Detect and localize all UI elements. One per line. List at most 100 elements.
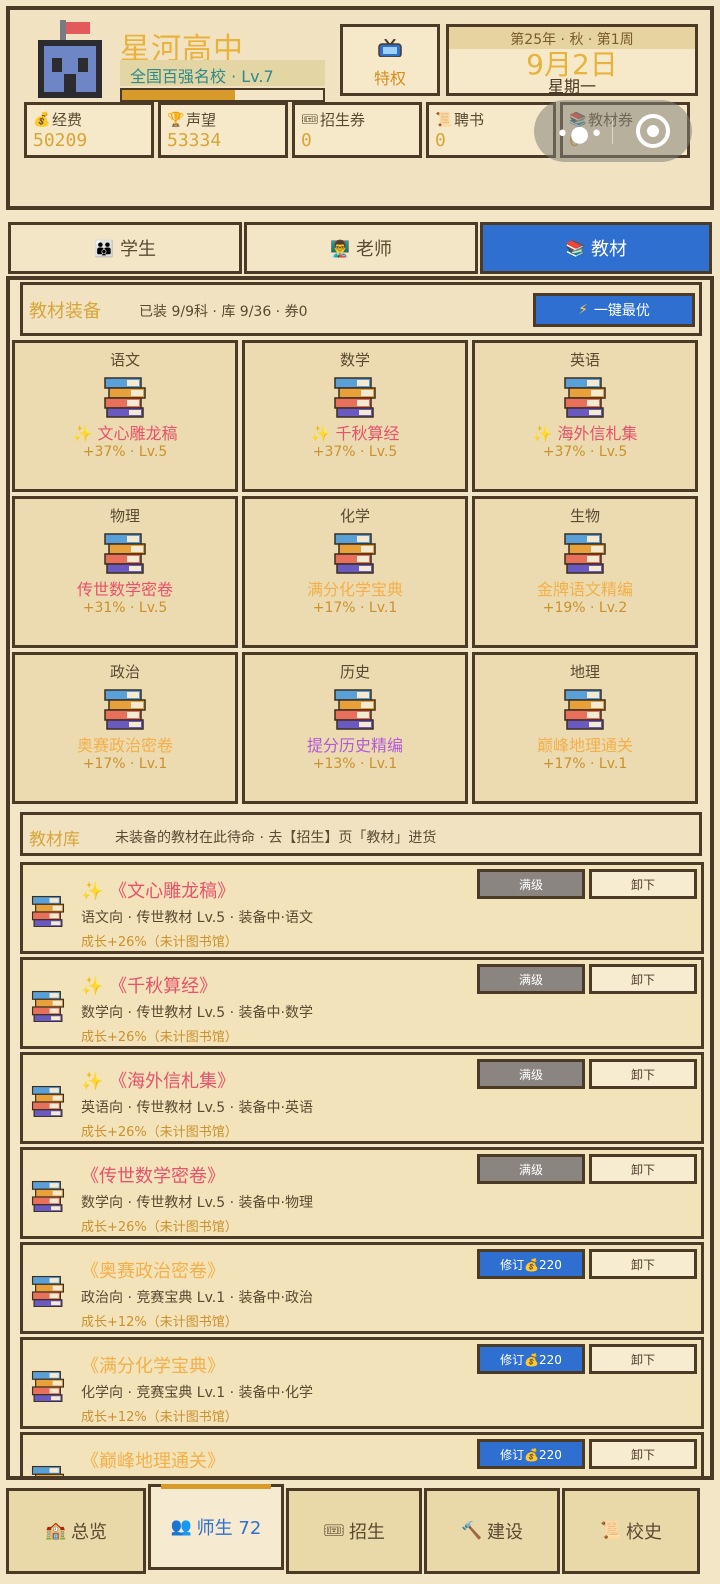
library-book-row[interactable]: 《传世数学密卷》数学向 · 传世教材 Lv.5 · 装备中·物理 成长+26%（未… xyxy=(20,1147,704,1239)
book-meta: 化学向 · 竞赛宝典 Lv.1 · 装备中·化学 xyxy=(81,1385,313,1401)
resource-value: 0 xyxy=(301,130,312,151)
book-growth: 成长+12%（未计图书馆） xyxy=(81,1410,238,1425)
unequip-button[interactable]: 卸下 xyxy=(589,869,697,899)
slot-book-name: 金牌语文精编 xyxy=(536,580,633,599)
library-book-row[interactable]: ✨ 《文心雕龙稿》 语文向 · 传世教材 Lv.5 · 装备中·语文 成长+26%（… xyxy=(20,862,704,954)
book-title: 《传世数学密卷》 xyxy=(81,1166,225,1187)
nav-label: 校史 xyxy=(626,1522,662,1543)
equip-slot[interactable]: 英语 ✨ 海外信札集 +37% · Lv.5 xyxy=(472,340,698,492)
library-book-row[interactable]: ✨ 《千秋算经》 数学向 · 传世教材 Lv.5 · 装备中·数学 成长+26%（未… xyxy=(20,957,704,1049)
lightning-icon: ⚡ xyxy=(578,302,588,318)
book-title: 《巅峰地理通关》 xyxy=(81,1451,225,1472)
perk-label: 特权 xyxy=(373,69,406,88)
library-header: 教材库 未装备的教材在此待命 · 去【招生】页「教材」进货 xyxy=(20,812,702,856)
resource-label: 经费 xyxy=(52,111,83,129)
equip-slot[interactable]: 物理 传世数学密卷 +31% · Lv.5 xyxy=(12,496,238,648)
book-stack-icon xyxy=(564,533,606,574)
nav-item-2[interactable]: 🎟 招生 xyxy=(286,1488,422,1574)
max-level-button[interactable]: 满级 xyxy=(477,869,585,899)
slot-subject: 政治 xyxy=(109,663,140,681)
max-level-button[interactable]: 满级 xyxy=(477,964,585,994)
max-level-button[interactable]: 满级 xyxy=(477,1059,585,1089)
book-title: 《满分化学宝典》 xyxy=(81,1356,225,1377)
scroll-icon: 📜 xyxy=(600,1521,622,1541)
upgrade-button[interactable]: 修订💰220 xyxy=(477,1344,585,1374)
slot-book-name: 奥赛政治密卷 xyxy=(76,736,173,755)
book-stack-icon xyxy=(334,689,376,730)
slot-book-name: 巅峰地理通关 xyxy=(536,736,633,755)
book-stack-icon xyxy=(564,377,606,418)
perk-button[interactable]: 特权 xyxy=(340,24,440,96)
max-level-button[interactable]: 满级 xyxy=(477,1154,585,1184)
slot-subject: 语文 xyxy=(109,351,140,369)
tab-2[interactable]: 📚 教材 xyxy=(480,222,712,274)
resource-2: 🎟 招生券 0 xyxy=(292,102,422,158)
slot-books xyxy=(103,532,147,574)
slot-book-name: 传世数学密卷 xyxy=(76,580,173,599)
resource-label: 声望 xyxy=(186,111,217,129)
header-panel: 星河高中 全国百强名校 · Lv.7 特权 第25年 · 秋 · 第1周 9月2… xyxy=(6,6,714,210)
tab-label: 老师 xyxy=(355,239,392,260)
unequip-button[interactable]: 卸下 xyxy=(589,964,697,994)
slot-books xyxy=(563,532,607,574)
resource-0: 💰 经费 50209 xyxy=(24,102,154,158)
equip-slot[interactable]: 数学 ✨ 千秋算经 +37% · Lv.5 xyxy=(242,340,468,492)
equip-slot[interactable]: 语文 ✨ 文心雕龙稿 +37% · Lv.5 xyxy=(12,340,238,492)
nav-item-3[interactable]: 🔨 建设 xyxy=(424,1488,560,1574)
slot-book-stat: +37% · Lv.5 xyxy=(82,444,168,460)
close-target-icon[interactable] xyxy=(636,114,670,148)
unequip-button[interactable]: 卸下 xyxy=(589,1059,697,1089)
tab-label: 教材 xyxy=(590,239,627,260)
unequip-button[interactable]: 卸下 xyxy=(589,1439,697,1469)
slot-books xyxy=(563,376,607,418)
tv-icon xyxy=(378,38,402,58)
hammer-icon: 🔨 xyxy=(461,1521,483,1541)
mini-program-capsule[interactable]: •●• xyxy=(534,100,692,162)
slot-book-stat: +37% · Lv.5 xyxy=(542,444,628,460)
resource-value: 50209 xyxy=(33,130,88,151)
book-stack-icon xyxy=(31,1275,65,1308)
library-book-row[interactable]: ✨ 《海外信札集》 英语向 · 传世教材 Lv.5 · 装备中·英语 成长+26%（… xyxy=(20,1052,704,1144)
unequip-button[interactable]: 卸下 xyxy=(589,1249,697,1279)
upgrade-button[interactable]: 修订💰220 xyxy=(477,1439,585,1469)
nav-label: 总览 xyxy=(71,1522,107,1543)
more-icon[interactable]: •●• xyxy=(556,122,604,147)
auto-optimize-button[interactable]: ⚡ 一键最优 xyxy=(533,293,695,327)
nav-item-0[interactable]: 🏫 总览 xyxy=(6,1488,146,1574)
unequip-button[interactable]: 卸下 xyxy=(589,1154,697,1184)
library-book-row[interactable]: 《满分化学宝典》化学向 · 竞赛宝典 Lv.1 · 装备中·化学 成长+12%（未… xyxy=(20,1337,704,1429)
book-meta: 英语向 · 传世教材 Lv.5 · 装备中·英语 xyxy=(81,1100,313,1116)
book-icon-wrap xyxy=(31,1085,65,1118)
library-book-row[interactable]: 《巅峰地理通关》 修订💰220 卸下 xyxy=(20,1432,704,1476)
equip-stats: 已装 9/9科 · 库 9/36 · 券0 xyxy=(139,304,308,320)
tab-1[interactable]: 👨‍🏫 老师 xyxy=(244,222,478,274)
slot-book-name: ✨ 千秋算经 xyxy=(310,424,400,443)
book-stack-icon xyxy=(31,1085,65,1118)
equip-slot[interactable]: 化学 满分化学宝典 +17% · Lv.1 xyxy=(242,496,468,648)
book-meta: 数学向 · 传世教材 Lv.5 · 装备中·物理 xyxy=(81,1195,313,1211)
book-growth: 成长+26%（未计图书馆） xyxy=(81,935,238,950)
nav-item-4[interactable]: 📜 校史 xyxy=(562,1488,700,1574)
book-stack-icon xyxy=(334,533,376,574)
unequip-button[interactable]: 卸下 xyxy=(589,1344,697,1374)
book-stack-icon xyxy=(104,377,146,418)
slot-book-name: 满分化学宝典 xyxy=(306,580,403,599)
tab-label: 学生 xyxy=(119,239,156,260)
slot-books xyxy=(103,688,147,730)
resource-label: 招生券 xyxy=(320,111,366,129)
slot-book-stat: +17% · Lv.1 xyxy=(312,600,398,616)
book-title: ✨ 《千秋算经》 xyxy=(81,976,218,997)
money-bag-icon: 💰 xyxy=(33,111,51,128)
tab-0[interactable]: 👪 学生 xyxy=(8,222,242,274)
equip-slot[interactable]: 地理 巅峰地理通关 +17% · Lv.1 xyxy=(472,652,698,804)
book-stack-icon xyxy=(104,689,146,730)
season-line: 第25年 · 秋 · 第1周 xyxy=(449,27,695,49)
equip-slot[interactable]: 政治 奥赛政治密卷 +17% · Lv.1 xyxy=(12,652,238,804)
upgrade-button[interactable]: 修订💰220 xyxy=(477,1249,585,1279)
library-description: 未装备的教材在此待命 · 去【招生】页「教材」进货 xyxy=(115,830,437,846)
equip-slot[interactable]: 历史 提分历史精编 +13% · Lv.1 xyxy=(242,652,468,804)
book-growth: 成长+26%（未计图书馆） xyxy=(81,1220,238,1235)
equip-slot[interactable]: 生物 金牌语文精编 +19% · Lv.2 xyxy=(472,496,698,648)
library-book-row[interactable]: 《奥赛政治密卷》 政治向 · 竞赛宝典 Lv.1 · 装备中·政治 成长+12%（未… xyxy=(20,1242,704,1334)
nav-item-1[interactable]: 👥 师生 72 xyxy=(148,1484,284,1570)
